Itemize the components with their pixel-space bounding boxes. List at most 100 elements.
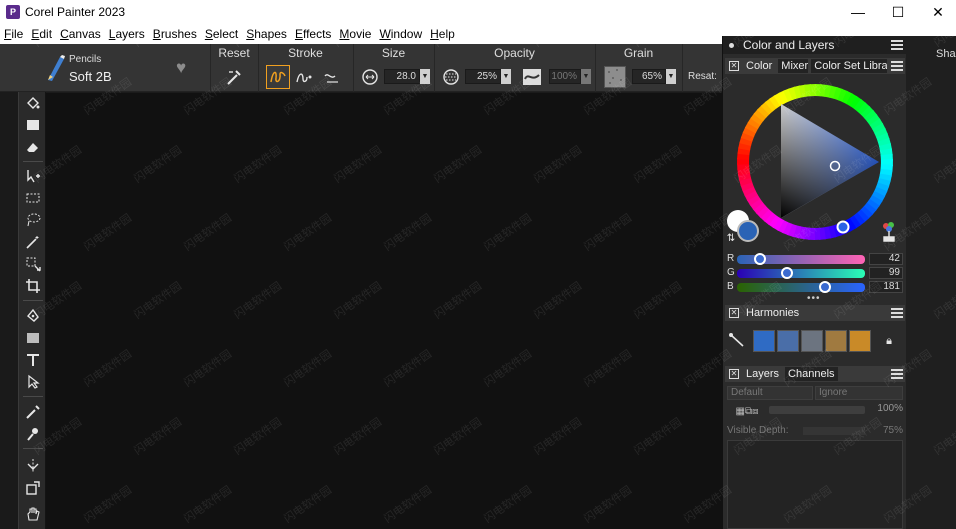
blue-slider[interactable]: B 181 xyxy=(727,281,903,293)
lasso-tool-icon[interactable] xyxy=(21,210,45,230)
stroke-options-icon[interactable] xyxy=(321,66,343,88)
green-slider[interactable]: G 99 xyxy=(727,267,903,279)
opacity-jitter-dropdown-icon[interactable]: ▼ xyxy=(581,69,591,84)
resat-label: Resat: xyxy=(688,71,717,82)
menu-layers[interactable]: Layers xyxy=(105,27,149,41)
rect-select-tool-icon[interactable] xyxy=(21,188,45,208)
menu-help[interactable]: Help xyxy=(426,27,459,41)
menu-movie[interactable]: Movie xyxy=(335,27,375,41)
crop-tool-icon[interactable] xyxy=(21,276,45,296)
menu-select[interactable]: Select xyxy=(201,27,242,41)
favorite-heart-icon[interactable]: ♥ xyxy=(176,58,186,78)
red-thumb[interactable] xyxy=(754,253,766,265)
blue-thumb[interactable] xyxy=(819,281,831,293)
harmony-swatch[interactable] xyxy=(801,330,823,352)
mirror-tool-icon[interactable] xyxy=(21,456,45,476)
tab-channels[interactable]: Channels xyxy=(785,367,838,381)
composite-depth-select[interactable]: Ignore xyxy=(815,386,903,400)
document-canvas[interactable] xyxy=(46,93,722,529)
selection-adjuster-tool-icon[interactable] xyxy=(21,254,45,274)
size-dropdown-icon[interactable]: ▼ xyxy=(420,69,430,84)
close-harmonies-icon[interactable]: ✕ xyxy=(729,308,739,318)
grabber-hand-tool-icon[interactable] xyxy=(21,504,45,524)
expand-handle-icon[interactable]: ••• xyxy=(807,293,821,304)
transform-tool-icon[interactable] xyxy=(21,478,45,498)
size-field[interactable]: 28.0 xyxy=(384,69,420,84)
harmony-rule-icon[interactable] xyxy=(727,330,747,350)
grain-field[interactable]: 65% xyxy=(632,69,666,84)
brush-selector[interactable]: Pencils Soft 2B ♥ xyxy=(44,52,194,86)
menu-shapes[interactable]: Shapes xyxy=(242,27,291,41)
harmony-swatch[interactable] xyxy=(753,330,775,352)
menu-window[interactable]: Window xyxy=(375,27,426,41)
layer-adjuster-tool-icon[interactable] xyxy=(21,166,45,186)
opacity-icon[interactable] xyxy=(441,67,461,87)
visible-depth-value[interactable]: 75% xyxy=(871,425,903,436)
opacity-field[interactable]: 25% xyxy=(465,69,501,84)
menu-file[interactable]: File xyxy=(0,27,27,41)
panel-menu-icon[interactable] xyxy=(891,40,903,50)
blue-track[interactable] xyxy=(737,283,865,292)
layer-actions-icon[interactable]: ▦⧉⧈ xyxy=(727,404,767,418)
menu-edit[interactable]: Edit xyxy=(27,27,56,41)
rubber-stamp-tool-icon[interactable] xyxy=(21,424,45,444)
layer-opacity-slider[interactable] xyxy=(769,406,865,414)
panel-grip-icon[interactable] xyxy=(729,42,734,48)
menu-canvas[interactable]: Canvas xyxy=(56,27,105,41)
opacity-expression-icon[interactable] xyxy=(521,66,543,88)
close-color-panel-icon[interactable]: ✕ xyxy=(729,61,739,71)
grain-paper-icon[interactable] xyxy=(604,66,626,88)
brush-variant: Soft 2B xyxy=(69,69,112,84)
blue-value[interactable]: 181 xyxy=(869,281,903,293)
visible-depth-slider[interactable] xyxy=(803,427,865,435)
harmonies-menu-icon[interactable] xyxy=(891,308,903,318)
text-tool-icon[interactable] xyxy=(21,350,45,370)
menu-effects[interactable]: Effects xyxy=(291,27,335,41)
red-slider[interactable]: R 42 xyxy=(727,253,903,265)
opacity-dropdown-icon[interactable]: ▼ xyxy=(501,69,511,84)
red-value[interactable]: 42 xyxy=(869,253,903,265)
layers-menu-icon[interactable] xyxy=(891,369,903,379)
paint-bucket-tool-icon[interactable] xyxy=(21,93,45,113)
harmony-swatch[interactable] xyxy=(825,330,847,352)
green-track[interactable] xyxy=(737,269,865,278)
green-thumb[interactable] xyxy=(781,267,793,279)
cloner-tool-icon[interactable] xyxy=(21,402,45,422)
rectangle-shape-tool-icon[interactable] xyxy=(21,328,45,348)
pen-tool-icon[interactable] xyxy=(21,306,45,326)
magic-wand-tool-icon[interactable] xyxy=(21,232,45,252)
grain-dropdown-icon[interactable]: ▼ xyxy=(666,69,676,84)
layer-list[interactable] xyxy=(727,440,903,529)
tab-mixer[interactable]: Mixer xyxy=(778,59,809,73)
close-layers-icon[interactable]: ✕ xyxy=(729,369,739,379)
opacity-label: Opacity xyxy=(494,46,535,60)
green-value[interactable]: 99 xyxy=(869,267,903,279)
color-sampler-icon[interactable] xyxy=(879,220,901,244)
menu-brushes[interactable]: Brushes xyxy=(149,27,201,41)
gradient-tool-icon[interactable] xyxy=(21,115,45,135)
size-icon[interactable] xyxy=(360,67,380,87)
stroke-label: Stroke xyxy=(288,46,323,60)
reset-brush-icon[interactable] xyxy=(223,66,245,88)
eraser-tool-icon[interactable] xyxy=(21,137,45,157)
harmony-swatch[interactable] xyxy=(849,330,871,352)
color-panel-menu-icon[interactable] xyxy=(891,61,903,71)
harmony-lock-icon[interactable]: 🔒︎ xyxy=(875,334,903,348)
tab-layers[interactable]: Layers xyxy=(743,368,782,380)
layers-header: ✕ Layers Channels xyxy=(725,366,905,382)
tab-color[interactable]: Color xyxy=(743,60,775,72)
maximize-button[interactable]: ☐ xyxy=(878,0,918,24)
freehand-stroke-icon[interactable] xyxy=(266,65,290,89)
opacity-jitter-field[interactable]: 100% xyxy=(549,69,581,84)
tab-color-set-libraries[interactable]: Color Set Libraries xyxy=(811,59,888,73)
close-button[interactable]: ✕ xyxy=(918,0,956,24)
shape-selection-tool-icon[interactable] xyxy=(21,372,45,392)
swap-colors-icon[interactable]: ⇅ xyxy=(725,232,737,244)
harmony-swatch[interactable] xyxy=(777,330,799,352)
composite-method-select[interactable]: Default xyxy=(727,386,813,400)
color-wheel[interactable] xyxy=(735,82,895,242)
straight-stroke-icon[interactable] xyxy=(293,66,315,88)
primary-color-swatch[interactable] xyxy=(737,220,759,242)
layer-opacity-value[interactable]: 100% xyxy=(871,403,903,414)
minimize-button[interactable]: — xyxy=(838,0,878,24)
